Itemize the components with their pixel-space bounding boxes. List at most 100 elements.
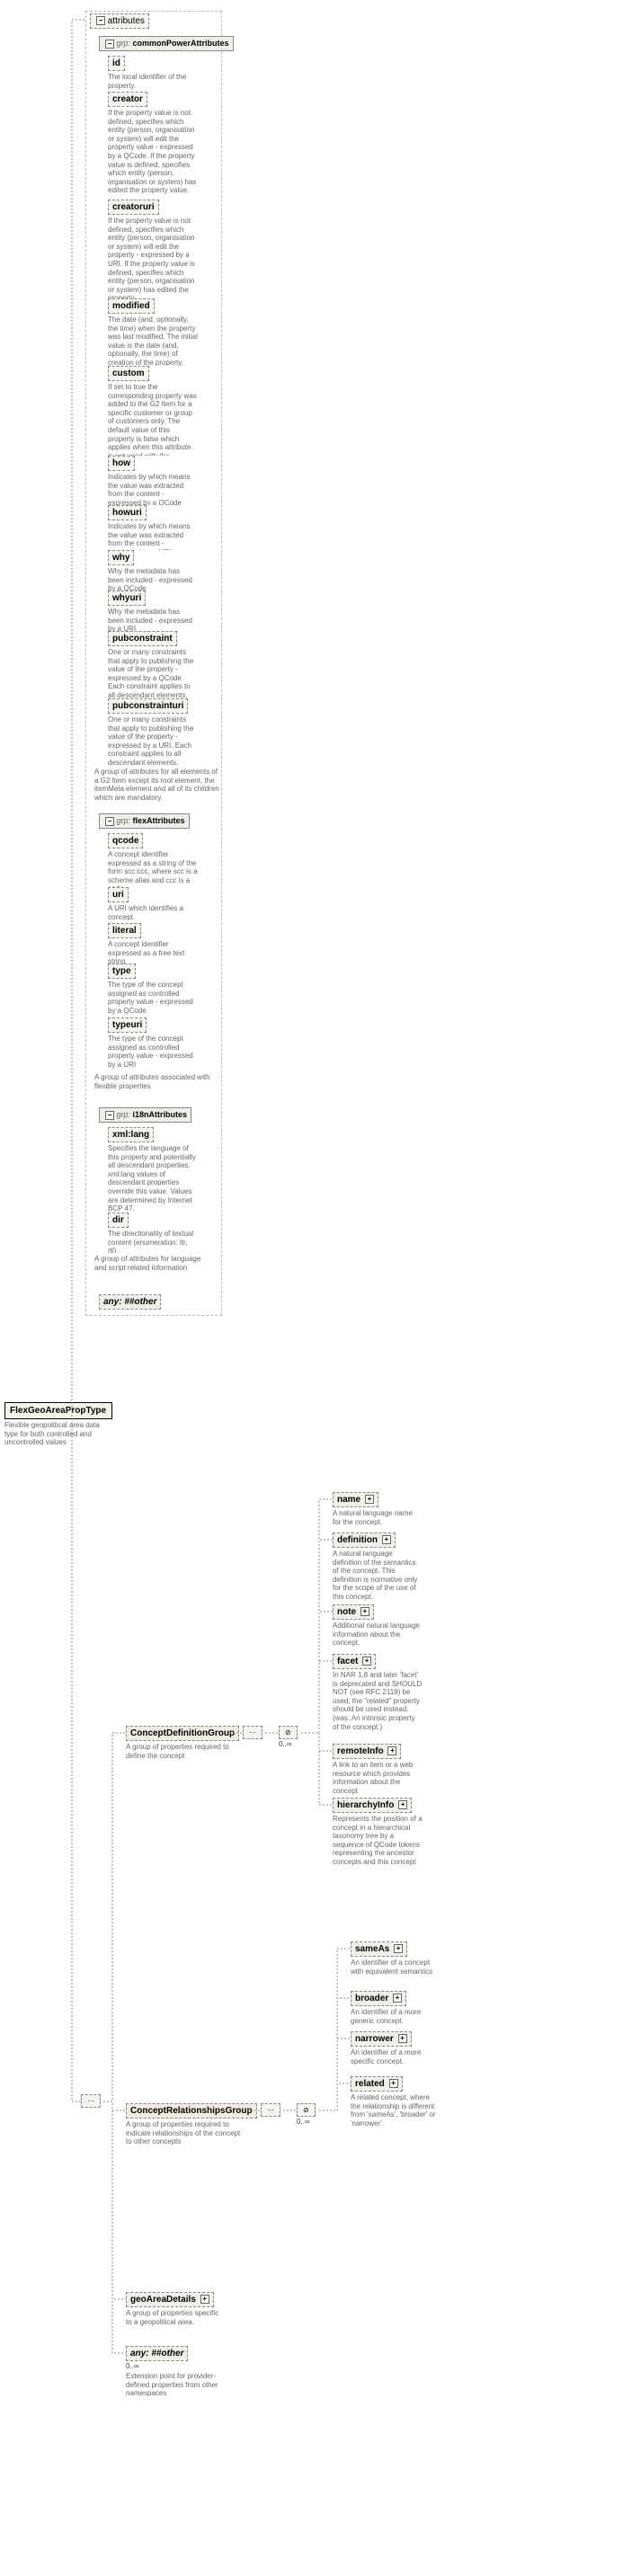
- concept-def-name[interactable]: ConceptDefinitionGroup: [126, 1726, 239, 1741]
- attributes-label: − attributes: [90, 13, 149, 29]
- attr-desc: The date (and, optionally, the time) whe…: [108, 315, 198, 368]
- concept-definition-group: ConceptDefinitionGroup A group of proper…: [126, 1726, 239, 1760]
- attr-desc: If the property value is not defined, sp…: [108, 217, 198, 303]
- grp-commonpower: − grp: commonPowerAttributes: [99, 36, 234, 51]
- sequence-icon[interactable]: ···: [243, 1726, 263, 1739]
- choice-icon[interactable]: ⊘: [297, 2103, 316, 2117]
- toggle-icon[interactable]: −: [96, 16, 105, 25]
- concept-def-seq: ···: [243, 1726, 263, 1739]
- attr-type: type The type of the concept assigned as…: [108, 964, 198, 1015]
- attr-dir: dir The directionality of textual conten…: [108, 1212, 198, 1256]
- attr-desc: Specifies the language of this property …: [108, 1144, 198, 1213]
- elem-desc: A link to an item or a web resource whic…: [333, 1761, 423, 1795]
- attr-typeuri: typeuri The type of the concept assigned…: [108, 1017, 198, 1069]
- expand-icon[interactable]: +: [393, 1994, 402, 2003]
- attr-howuri: howuri Indicates by which means the valu…: [108, 505, 198, 556]
- grp-commonpower-header[interactable]: − grp: commonPowerAttributes: [99, 36, 234, 51]
- expand-icon[interactable]: +: [365, 1495, 374, 1504]
- attr-name[interactable]: xml:lang: [108, 1127, 154, 1142]
- concept-def-desc: A group of properties required to define…: [126, 1743, 234, 1760]
- attr-name[interactable]: literal: [108, 923, 141, 938]
- concept-def-choice: ⊘ 0..∞: [279, 1726, 298, 1739]
- choice-icon[interactable]: ⊘: [279, 1726, 298, 1739]
- expand-icon[interactable]: +: [362, 1657, 371, 1666]
- attr-how: how Indicates by which means the value w…: [108, 456, 198, 507]
- attr-name[interactable]: id: [108, 56, 125, 71]
- expand-icon[interactable]: +: [398, 1800, 407, 1809]
- attr-xmllang: xml:lang Specifies the language of this …: [108, 1127, 198, 1213]
- concept-rel-name[interactable]: ConceptRelationshipsGroup: [126, 2103, 257, 2119]
- root-sequence: ···: [81, 2094, 101, 2108]
- attr-name[interactable]: howuri: [108, 505, 147, 520]
- grp-i18n-header[interactable]: − grp: i18nAttributes: [99, 1107, 191, 1123]
- attr-desc: If the property value is not defined, sp…: [108, 109, 198, 195]
- attr-name[interactable]: why: [108, 550, 134, 565]
- grp-i18n: − grp: i18nAttributes: [99, 1107, 191, 1123]
- concept-rel-seq: ···: [261, 2103, 280, 2117]
- elem-narrower: narrower + An identifier of a more speci…: [351, 2031, 441, 2065]
- attr-desc: The directionality of textual content (e…: [108, 1230, 198, 1256]
- elem-related: related + A related concept, where the r…: [351, 2076, 441, 2127]
- elem-desc: A related concept, where the relationshi…: [351, 2093, 441, 2127]
- attr-name[interactable]: how: [108, 456, 135, 471]
- attr-name[interactable]: typeuri: [108, 1017, 147, 1033]
- elem-hierarchyinfo: hierarchyInfo + Represents the position …: [333, 1798, 423, 1867]
- toggle-icon[interactable]: −: [105, 1111, 114, 1120]
- elem-geoareadetails: geoAreaDetails + A group of properties s…: [126, 2292, 225, 2326]
- elem-facet: facet + In NAR 1.8 and later 'facet' is …: [333, 1654, 423, 1731]
- toggle-icon[interactable]: −: [105, 817, 114, 826]
- elem-desc: In NAR 1.8 and later 'facet' is deprecat…: [333, 1671, 423, 1731]
- attr-desc: Why the metadata has been included - exp…: [108, 608, 198, 634]
- attr-desc: A concept identifier expressed as a free…: [108, 940, 198, 966]
- toggle-icon[interactable]: −: [105, 40, 114, 49]
- expand-icon[interactable]: +: [360, 1607, 369, 1616]
- elem-desc: A natural language name for the concept.: [333, 1509, 423, 1526]
- grp-flex: − grp: flexAttributes: [99, 813, 190, 829]
- attr-modified: modified The date (and, optionally, the …: [108, 298, 198, 368]
- root-type-box: FlexGeoAreaPropType Flexible geopolitica…: [4, 1402, 112, 1447]
- attr-name[interactable]: uri: [108, 887, 129, 902]
- elem-desc: An identifier of a more specific concept…: [351, 2048, 441, 2065]
- grp-i18n-desc: A group of attributes for language and s…: [94, 1253, 211, 1272]
- attr-name[interactable]: type: [108, 964, 136, 979]
- expand-icon[interactable]: +: [387, 1746, 396, 1755]
- extension-any: any: ##other 0..∞ Extension point for pr…: [126, 2346, 234, 2398]
- attr-desc: A URI which identifies a concept.: [108, 904, 198, 921]
- attr-desc: The type of the concept assigned as cont…: [108, 1035, 198, 1069]
- attr-name[interactable]: creator: [108, 92, 147, 107]
- root-name: FlexGeoAreaPropType: [4, 1402, 112, 1419]
- grp-flex-desc: A group of attributes associated with fl…: [94, 1071, 211, 1090]
- attr-pubconstrainturi: pubconstrainturi One or many constraints…: [108, 698, 198, 768]
- elem-note: note + Additional natural language infor…: [333, 1604, 423, 1648]
- attr-pubconstraint: pubconstraint One or many constraints th…: [108, 631, 198, 700]
- elem-definition: definition + A natural language definiti…: [333, 1532, 423, 1602]
- attr-desc: Why the metadata has been included - exp…: [108, 567, 198, 593]
- grp-flex-header[interactable]: − grp: flexAttributes: [99, 813, 190, 829]
- cardinality: 0..∞: [126, 2362, 234, 2370]
- attr-name[interactable]: pubconstraint: [108, 631, 177, 646]
- expand-icon[interactable]: +: [200, 2295, 209, 2304]
- attr-desc: Indicates by which means the value was e…: [108, 473, 198, 507]
- attr-name[interactable]: creatoruri: [108, 200, 159, 215]
- attr-name[interactable]: custom: [108, 366, 149, 381]
- attr-name[interactable]: qcode: [108, 833, 143, 848]
- elem-broader: broader + An identifier of a more generi…: [351, 1991, 441, 2025]
- attr-uri: uri A URI which identifies a concept.: [108, 887, 198, 921]
- elem-desc: Additional natural language information …: [333, 1621, 423, 1648]
- attr-desc: One or many constraints that apply to pu…: [108, 648, 198, 700]
- attr-desc: The type of the concept assigned as cont…: [108, 981, 198, 1015]
- elem-desc: An identifier of a concept with equivale…: [351, 1959, 441, 1976]
- attr-name[interactable]: modified: [108, 298, 155, 314]
- expand-icon[interactable]: +: [398, 2034, 407, 2043]
- expand-icon[interactable]: +: [382, 1535, 391, 1544]
- expand-icon[interactable]: +: [394, 1944, 403, 1953]
- sequence-icon[interactable]: ···: [81, 2094, 101, 2108]
- attr-name[interactable]: whyuri: [108, 591, 146, 606]
- grp-commonpower-desc: A group of attributes for all elements o…: [94, 766, 220, 802]
- sequence-icon[interactable]: ···: [261, 2103, 280, 2117]
- elem-desc: An identifier of a more generic concept.: [351, 2008, 441, 2025]
- attr-name[interactable]: dir: [108, 1212, 129, 1228]
- root-desc: Flexible geopolitical area data type for…: [4, 1421, 112, 1447]
- expand-icon[interactable]: +: [389, 2079, 398, 2088]
- attr-name[interactable]: pubconstrainturi: [108, 698, 188, 714]
